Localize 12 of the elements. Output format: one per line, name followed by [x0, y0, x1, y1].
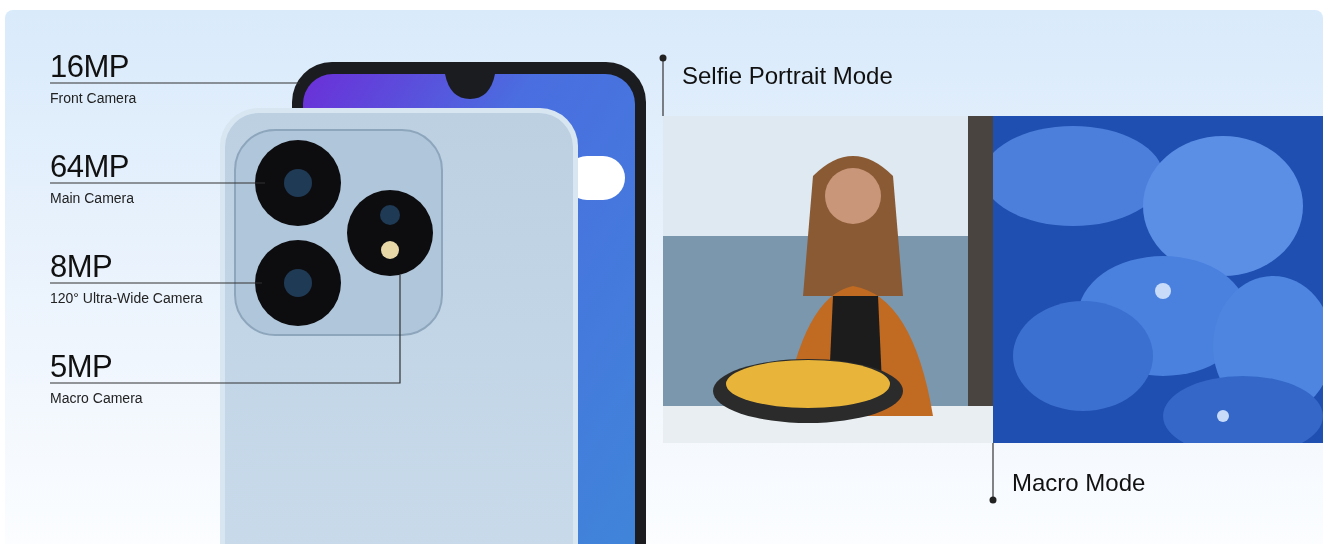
- leader-line: [989, 442, 997, 504]
- spec-value: 8MP: [50, 250, 113, 284]
- spec-value: 5MP: [50, 350, 113, 384]
- leader-line: [659, 54, 667, 117]
- spec-label: Main Camera: [50, 190, 135, 206]
- spec-value: 16MP: [50, 50, 129, 84]
- spec-value: 64MP: [50, 150, 129, 184]
- mode-caption: Selfie Portrait Mode: [682, 61, 893, 90]
- spec-label: 120° Ultra-Wide Camera: [50, 290, 203, 306]
- spec-label: Macro Camera: [50, 390, 143, 406]
- mode-caption: Macro Mode: [1012, 469, 1146, 496]
- spec-label: Front Camera: [50, 90, 137, 106]
